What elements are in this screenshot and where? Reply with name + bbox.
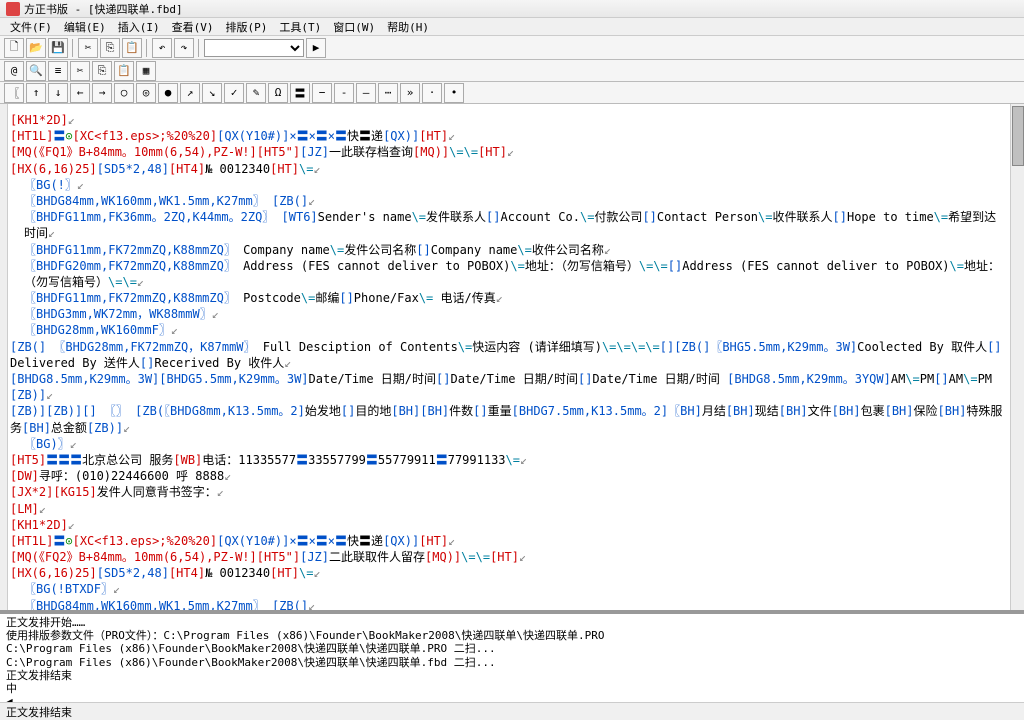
editor-line[interactable]: [HT1L]〓⊙[XC<f13.eps>;%20%20][QX(Y10#)]×〓…	[10, 533, 1006, 549]
editor-line[interactable]: [LM]↙	[10, 501, 1006, 517]
window-title: 方正书版 - [快递四联单.fbd]	[24, 1, 183, 17]
editor-line[interactable]: 〖BHDG28mm,WK160mmF〗↙	[24, 322, 1006, 338]
titlebar: 方正书版 - [快递四联单.fbd]	[0, 0, 1024, 18]
arrow-up-icon[interactable]: ↑	[26, 83, 46, 103]
omega-icon[interactable]: Ω	[268, 83, 288, 103]
copy-button[interactable]: ⎘	[100, 38, 120, 58]
at-icon[interactable]: @	[4, 61, 24, 81]
dash3-icon[interactable]: ⋯	[378, 83, 398, 103]
editor-line[interactable]: 〖BHDFG20mm,FK72mmZQ,K88mmZQ〗 Address (FE…	[24, 258, 1006, 290]
open-file-button[interactable]: 📂	[26, 38, 46, 58]
menu-window[interactable]: 窗口(W)	[329, 19, 379, 35]
save-button[interactable]: 💾	[48, 38, 68, 58]
editor-line[interactable]: [ZB(] 〖BHDG28mm,FK72mmZQ，K87mmW〗 Full De…	[10, 339, 1006, 371]
bullet-icon[interactable]: •	[444, 83, 464, 103]
copy2-button[interactable]: ⎘	[92, 61, 112, 81]
output-panel[interactable]: 正文发排开始……使用排版参数文件（PRO文件）：C:\Program Files…	[0, 612, 1024, 702]
menu-file[interactable]: 文件(F)	[6, 19, 56, 35]
separator	[198, 39, 200, 57]
dash1-icon[interactable]: ‐	[334, 83, 354, 103]
gutter	[0, 104, 8, 610]
editor-line[interactable]: [HX(6,16)25][SD5*2,48][HT4]№ 0012340[HT]…	[10, 161, 1006, 177]
arrow-left-icon[interactable]: ←	[70, 83, 90, 103]
undo-button[interactable]: ↶	[152, 38, 172, 58]
diag2-icon[interactable]: ↘	[202, 83, 222, 103]
output-line: ◀	[6, 695, 1018, 702]
menu-help[interactable]: 帮助(H)	[383, 19, 433, 35]
dash2-icon[interactable]: –	[356, 83, 376, 103]
grid-button[interactable]: ▦	[136, 61, 156, 81]
paste2-button[interactable]: 📋	[114, 61, 134, 81]
toolbar-symbols: 〖 ↑ ↓ ← → ○ ◎ ● ↗ ↘ ✓ ✎ Ω 〓 − ‐ – ⋯ » · …	[0, 82, 1024, 104]
cut-button[interactable]: ✂	[78, 38, 98, 58]
menubar: 文件(F) 编辑(E) 插入(I) 查看(V) 排版(P) 工具(T) 窗口(W…	[0, 18, 1024, 36]
arrow-right-icon[interactable]: →	[92, 83, 112, 103]
menu-edit[interactable]: 编辑(E)	[60, 19, 110, 35]
output-line: 使用排版参数文件（PRO文件）：C:\Program Files (x86)\F…	[6, 629, 1018, 642]
editor-line[interactable]: 〖BHDG84mm,WK160mm,WK1.5mm,K27mm〗 [ZB(]↙	[24, 598, 1006, 610]
dot-icon[interactable]: ·	[422, 83, 442, 103]
editor-line[interactable]: [HT1L]〓⊙[XC<f13.eps>;%20%20][QX(Y10#)]×〓…	[10, 128, 1006, 144]
diag1-icon[interactable]: ↗	[180, 83, 200, 103]
editor-line[interactable]: [HX(6,16)25][SD5*2,48][HT4]№ 0012340[HT]…	[10, 565, 1006, 581]
statusbar: 正文发排结束	[0, 702, 1024, 720]
menu-typeset[interactable]: 排版(P)	[222, 19, 272, 35]
editor-line[interactable]: 〖BHDFG11mm,FK72mmZQ,K88mmZQ〗 Postcode\=邮…	[24, 290, 1006, 306]
editor-line[interactable]: [DW]寻呼：(010)22446600 呼 8888↙	[10, 468, 1006, 484]
cut2-button[interactable]: ✂	[70, 61, 90, 81]
editor-line[interactable]: [BHDG8.5mm,K29mm。3W][BHDG5.5mm,K29mm。3W]…	[10, 371, 1006, 403]
circle1-icon[interactable]: ○	[114, 83, 134, 103]
separator	[72, 39, 74, 57]
status-text: 正文发排结束	[6, 704, 72, 720]
editor-pane: [KH1*2D]↙[HT1L]〓⊙[XC<f13.eps>;%20%20][QX…	[0, 104, 1024, 612]
paste-button[interactable]: 📋	[122, 38, 142, 58]
bracket-open-icon[interactable]: 〖	[4, 83, 24, 103]
output-line: C:\Program Files (x86)\Founder\BookMaker…	[6, 656, 1018, 669]
minus-icon[interactable]: −	[312, 83, 332, 103]
arrow-down-icon[interactable]: ↓	[48, 83, 68, 103]
editor-line[interactable]: 〖BHDFG11mm,FK72mmZQ,K88mmZQ〗 Company nam…	[24, 242, 1006, 258]
editor-line[interactable]: [MQ(《FQ1》B+84mm。10mm(6,54),PZ-W!][HT5"][…	[10, 144, 1006, 160]
equals-icon[interactable]: 〓	[290, 83, 310, 103]
editor-line[interactable]: 〖BG(!BTXDF〗↙	[24, 581, 1006, 597]
output-line: 中	[6, 682, 1018, 695]
output-line: C:\Program Files (x86)\Founder\BookMaker…	[6, 642, 1018, 655]
separator	[146, 39, 148, 57]
new-file-button[interactable]: 🗋	[4, 38, 24, 58]
align-button[interactable]: ≡	[48, 61, 68, 81]
check-icon[interactable]: ✓	[224, 83, 244, 103]
vertical-scrollbar[interactable]	[1010, 104, 1024, 610]
editor-line[interactable]: [MQ(《FQ2》B+84mm。10mm(6,54),PZ-W!][HT5"][…	[10, 549, 1006, 565]
menu-tools[interactable]: 工具(T)	[275, 19, 325, 35]
pen-icon[interactable]: ✎	[246, 83, 266, 103]
circle3-icon[interactable]: ●	[158, 83, 178, 103]
output-line: 正文发排开始……	[6, 616, 1018, 629]
circle2-icon[interactable]: ◎	[136, 83, 156, 103]
editor-line[interactable]: 〖BHDG3mm,WK72mm，WK88mmW〗↙	[24, 306, 1006, 322]
scroll-thumb[interactable]	[1012, 106, 1024, 166]
run-typeset-button[interactable]: ▶	[306, 38, 326, 58]
editor-line[interactable]: [ZB)][ZB)][] 〖〗 [ZB(〖BHDG8mm,K13.5mm。2]始…	[10, 403, 1006, 435]
editor-line[interactable]: [JX*2][KG15]发件人同意背书签字：↙	[10, 484, 1006, 500]
editor-line[interactable]: [KH1*2D]↙	[10, 517, 1006, 533]
editor-line[interactable]: [KH1*2D]↙	[10, 112, 1006, 128]
raquo-icon[interactable]: »	[400, 83, 420, 103]
editor-line[interactable]: 〖BHDFG11mm,FK36mm。2ZQ,K44mm。2ZQ〗 [WT6]Se…	[24, 209, 1006, 241]
menu-view[interactable]: 查看(V)	[168, 19, 218, 35]
toolbar-secondary: @ 🔍 ≡ ✂ ⎘ 📋 ▦	[0, 60, 1024, 82]
output-line: 正文发排结束	[6, 669, 1018, 682]
editor-line[interactable]: [HT5]〓〓〓北京总公司 服务[WB]电话：11335577〓33557799…	[10, 452, 1006, 468]
app-icon	[6, 2, 20, 16]
code-editor[interactable]: [KH1*2D]↙[HT1L]〓⊙[XC<f13.eps>;%20%20][QX…	[8, 104, 1010, 610]
menu-insert[interactable]: 插入(I)	[114, 19, 164, 35]
editor-line[interactable]: 〖BG(!〗↙	[24, 177, 1006, 193]
toolbar-main: 🗋 📂 💾 ✂ ⎘ 📋 ↶ ↷ ▶	[0, 36, 1024, 60]
find-button[interactable]: 🔍	[26, 61, 46, 81]
redo-button[interactable]: ↷	[174, 38, 194, 58]
editor-line[interactable]: 〖BG)〗↙	[24, 436, 1006, 452]
editor-line[interactable]: 〖BHDG84mm,WK160mm,WK1.5mm,K27mm〗 [ZB(]↙	[24, 193, 1006, 209]
font-combo[interactable]	[204, 39, 304, 57]
